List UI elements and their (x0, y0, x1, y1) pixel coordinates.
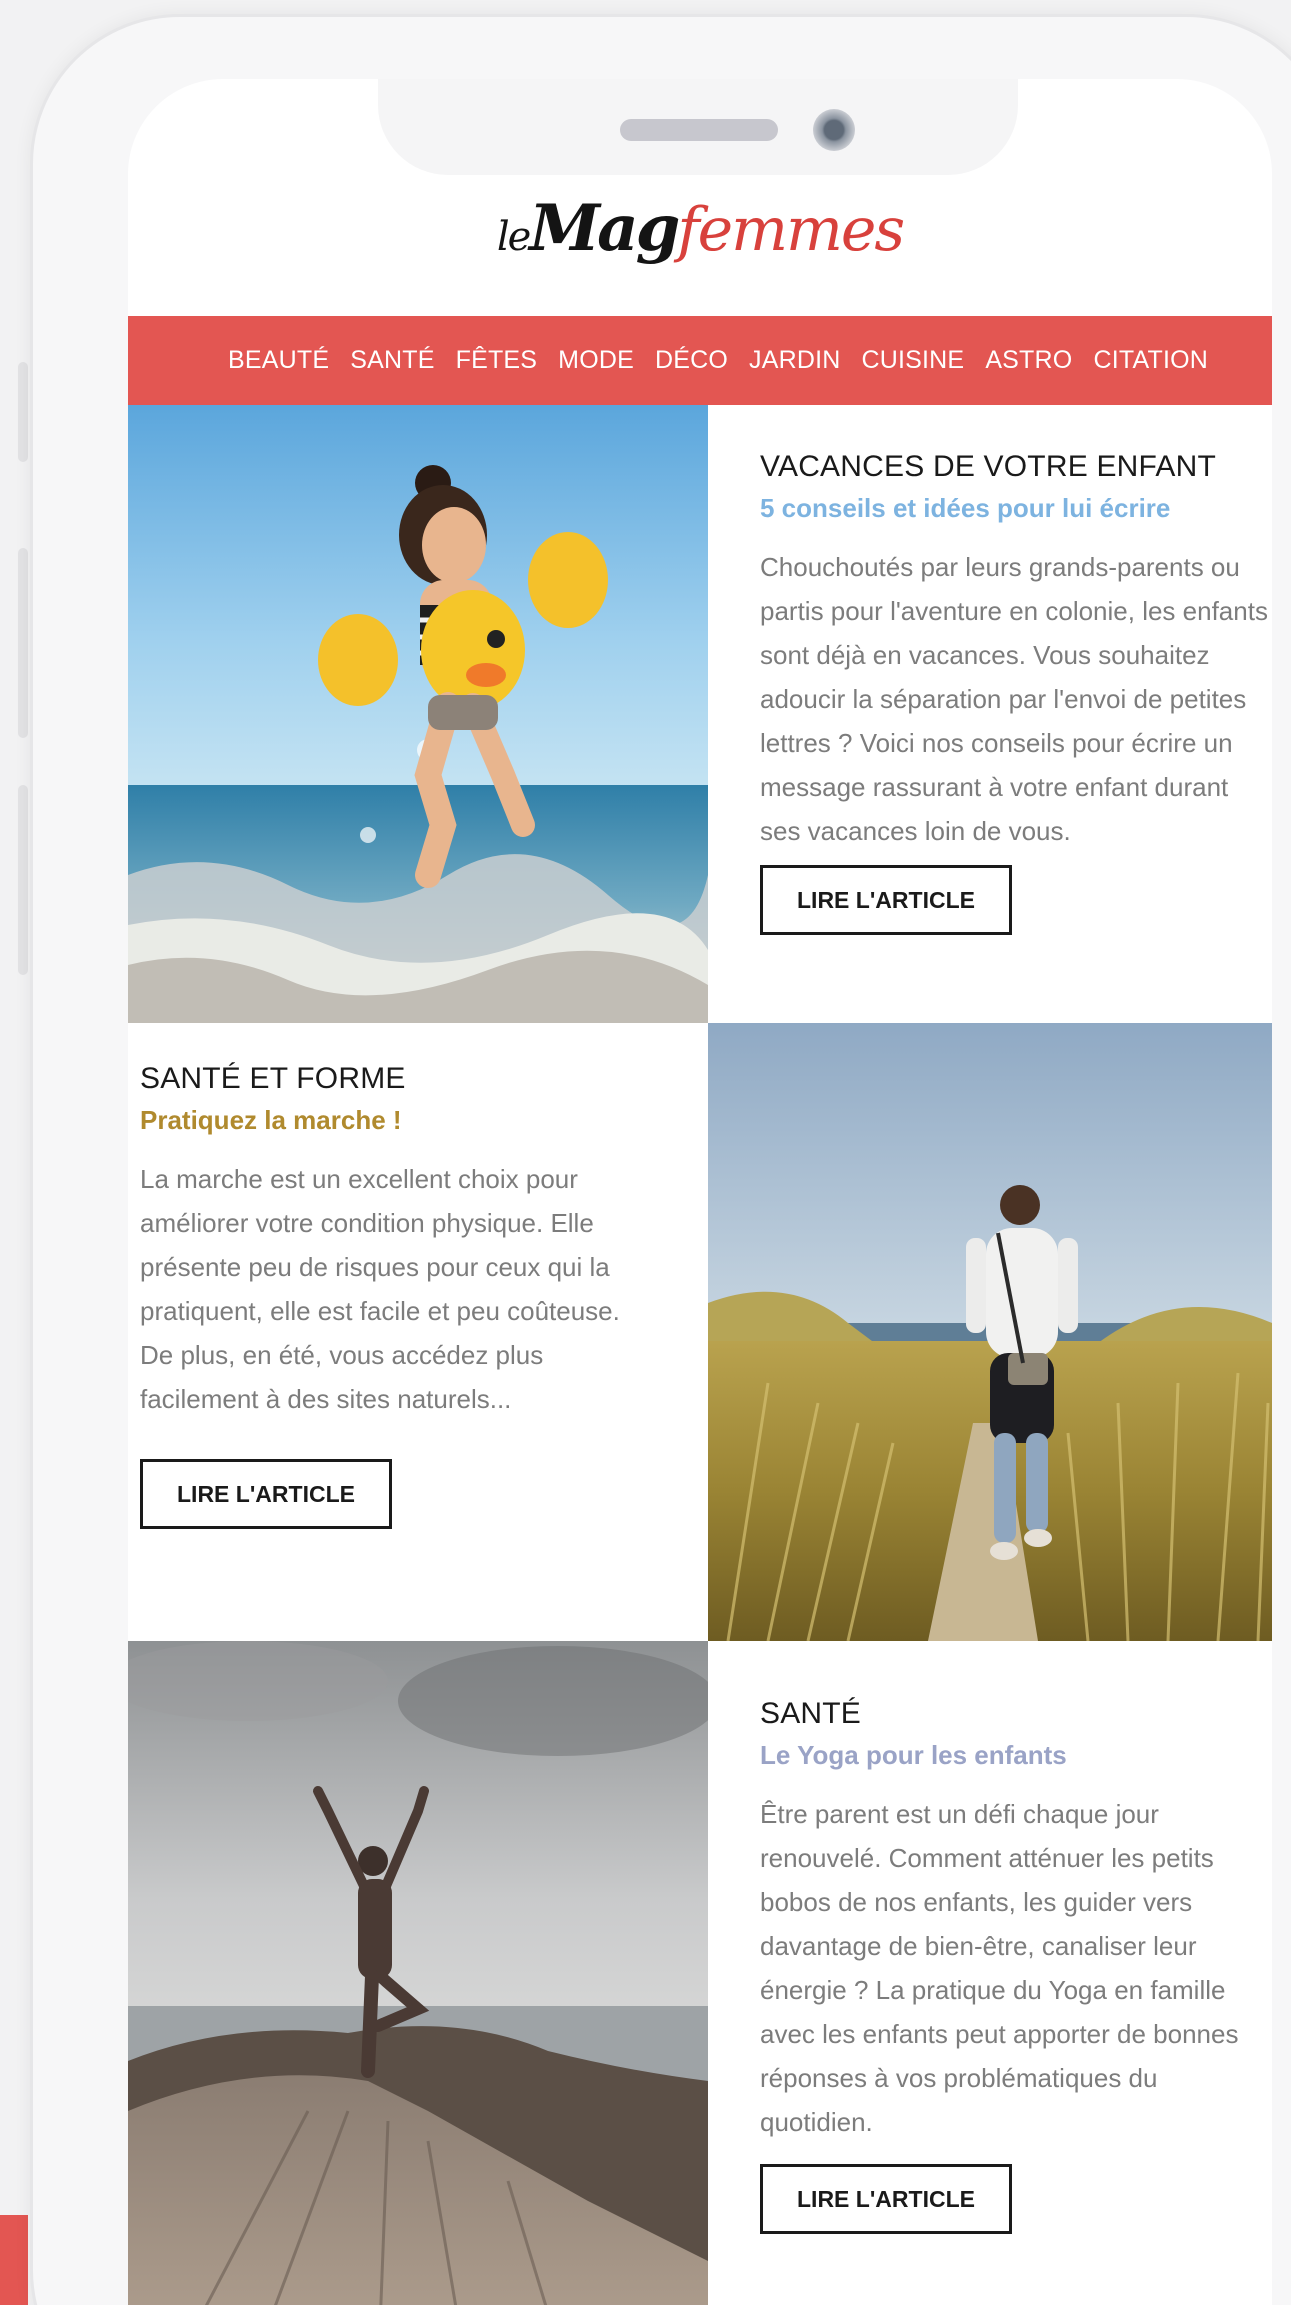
mockup-background: leMagfemmes BEAUTÉ SANTÉ FÊTES MODE DÉCO… (0, 0, 1291, 2305)
woman-walking-photo[interactable] (708, 1023, 1272, 1641)
site-logo[interactable]: leMagfemmes (128, 191, 1272, 301)
logo-femmes: femmes (677, 195, 905, 265)
nav-item-cuisine[interactable]: CUISINE (862, 346, 965, 375)
article-title[interactable]: SANTÉ ET FORME (140, 1061, 660, 1097)
nav-item-mode[interactable]: MODE (558, 346, 634, 375)
article-title[interactable]: SANTÉ (760, 1696, 1272, 1732)
article-excerpt: Être parent est un défi chaque jour reno… (760, 1799, 1239, 2137)
article-card: VACANCES DE VOTRE ENFANT 5 conseils et i… (760, 449, 1272, 935)
speaker-icon (620, 119, 778, 141)
nav-item-astro[interactable]: ASTRO (985, 346, 1072, 375)
yoga-rock-photo[interactable] (128, 1641, 708, 2305)
camera-icon (813, 109, 855, 151)
phone-side-button (18, 548, 28, 738)
phone-side-button (18, 785, 28, 975)
phone-screen: leMagfemmes BEAUTÉ SANTÉ FÊTES MODE DÉCO… (128, 79, 1272, 2305)
article-subtitle[interactable]: 5 conseils et idées pour lui écrire (760, 491, 1272, 525)
nav-item-beaute[interactable]: BEAUTÉ (228, 346, 329, 375)
article-card: SANTÉ Le Yoga pour les enfants Être pare… (760, 1696, 1272, 2234)
article-subtitle[interactable]: Le Yoga pour les enfants (760, 1738, 1272, 1772)
phone-frame: leMagfemmes BEAUTÉ SANTÉ FÊTES MODE DÉCO… (30, 14, 1291, 2305)
child-beach-photo[interactable] (128, 405, 708, 1023)
nav-item-sante[interactable]: SANTÉ (350, 346, 434, 375)
read-article-button[interactable]: LIRE L'ARTICLE (140, 1459, 392, 1529)
read-article-button[interactable]: LIRE L'ARTICLE (760, 2164, 1012, 2234)
nav-item-jardin[interactable]: JARDIN (749, 346, 840, 375)
read-article-button[interactable]: LIRE L'ARTICLE (760, 865, 1012, 935)
article-card: SANTÉ ET FORME Pratiquez la marche ! La … (140, 1061, 660, 1529)
main-navigation: BEAUTÉ SANTÉ FÊTES MODE DÉCO JARDIN CUIS… (128, 316, 1272, 405)
decorative-red-block (0, 2215, 28, 2305)
nav-item-citation[interactable]: CITATION (1093, 346, 1208, 375)
article-subtitle[interactable]: Pratiquez la marche ! (140, 1103, 660, 1137)
article-title[interactable]: VACANCES DE VOTRE ENFANT (760, 449, 1272, 485)
logo-le: le (496, 214, 531, 260)
article-excerpt: Chouchoutés par leurs grands-parents ou … (760, 552, 1268, 846)
nav-item-deco[interactable]: DÉCO (655, 346, 728, 375)
nav-item-fetes[interactable]: FÊTES (456, 346, 538, 375)
phone-side-button (18, 362, 28, 462)
logo-mag: Mag (529, 191, 680, 266)
article-excerpt: La marche est un excellent choix pour am… (140, 1164, 620, 1414)
